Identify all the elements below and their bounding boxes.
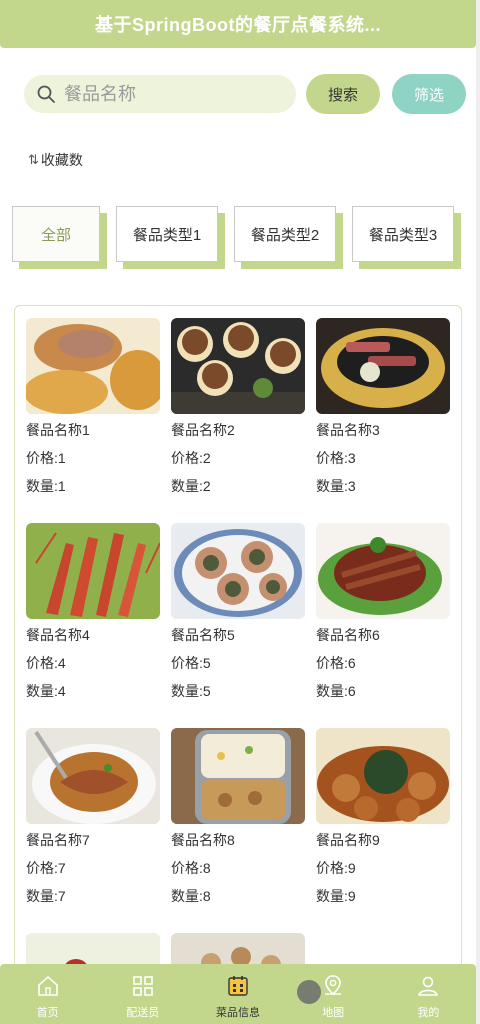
- search-input[interactable]: [64, 83, 274, 105]
- dish-name: 餐品名称4: [26, 627, 90, 643]
- search-bar: 搜索 筛选: [24, 74, 466, 114]
- scrollbar-track: [476, 0, 480, 1024]
- category-tabs: 全部 餐品类型1 餐品类型2 餐品类型3: [12, 206, 472, 270]
- menu-calendar-icon: [228, 976, 248, 996]
- search-icon: [37, 85, 55, 103]
- tab-label: 餐品类型2: [250, 226, 320, 244]
- dish-card[interactable]: 餐品名称1 价格:1 数量:1: [26, 318, 160, 500]
- dish-card[interactable]: 餐品名称9 价格:9 数量:9: [316, 728, 450, 910]
- tab-label: 全部: [40, 226, 71, 244]
- dish-image: [171, 318, 305, 414]
- dish-name: 餐品名称5: [171, 627, 235, 643]
- dish-image: [316, 728, 450, 824]
- dish-image: [316, 318, 450, 414]
- tab-label: 餐品类型3: [368, 226, 438, 244]
- nav-label: 首页: [36, 1007, 59, 1019]
- dish-quantity: 数量:8: [171, 888, 211, 904]
- dish-name: 餐品名称3: [316, 422, 380, 438]
- dish-name: 餐品名称1: [26, 422, 90, 438]
- app-header: 基于SpringBoot的餐厅点餐系统...: [0, 0, 476, 48]
- tab-type-3[interactable]: 餐品类型3: [352, 206, 454, 262]
- dish-quantity: 数量:5: [171, 683, 211, 699]
- map-pin-icon: [325, 975, 342, 996]
- dish-price: 价格:1: [26, 450, 66, 466]
- dish-price: 价格:7: [26, 860, 66, 876]
- dish-price: 价格:6: [316, 655, 356, 671]
- dish-quantity: 数量:6: [316, 683, 356, 699]
- dish-card[interactable]: 餐品名称8 价格:8 数量:8: [171, 728, 305, 910]
- filter-button[interactable]: 筛选: [392, 74, 466, 114]
- user-icon: [418, 976, 439, 996]
- nav-label: 菜品信息: [215, 1007, 260, 1019]
- dish-card[interactable]: 餐品名称3 价格:3 数量:3: [316, 318, 450, 500]
- dish-price: 价格:4: [26, 655, 66, 671]
- dish-card[interactable]: 餐品名称5 价格:5 数量:5: [171, 523, 305, 705]
- dish-image: [26, 318, 160, 414]
- page-title: 基于SpringBoot的餐厅点餐系统...: [95, 15, 381, 35]
- dish-price: 价格:3: [316, 450, 356, 466]
- floating-assistive-button[interactable]: [297, 980, 321, 1004]
- nav-label: 我的: [417, 1007, 440, 1019]
- dish-price: 价格:9: [316, 860, 356, 876]
- nav-label: 配送员: [126, 1007, 160, 1019]
- bottom-nav: 首页 配送员 菜品信息 地图 我的: [0, 964, 476, 1024]
- tab-label: 餐品类型1: [132, 226, 202, 244]
- dish-image: [26, 728, 160, 824]
- home-icon: [37, 976, 58, 996]
- search-button[interactable]: 搜索: [306, 74, 380, 114]
- dish-quantity: 数量:1: [26, 478, 66, 494]
- dish-quantity: 数量:3: [316, 478, 356, 494]
- dish-name: 餐品名称6: [316, 627, 380, 643]
- dish-card[interactable]: 餐品名称6 价格:6 数量:6: [316, 523, 450, 705]
- search-box[interactable]: [24, 75, 296, 113]
- dish-name: 餐品名称2: [171, 422, 235, 438]
- nav-dishes[interactable]: 菜品信息: [190, 964, 285, 1024]
- dish-price: 价格:5: [171, 655, 211, 671]
- dish-quantity: 数量:9: [316, 888, 356, 904]
- dish-quantity: 数量:2: [171, 478, 211, 494]
- dish-card[interactable]: 餐品名称7 价格:7 数量:7: [26, 728, 160, 910]
- dish-card[interactable]: 餐品名称2 价格:2 数量:2: [171, 318, 305, 500]
- tab-all[interactable]: 全部: [12, 206, 100, 262]
- dish-name: 餐品名称8: [171, 832, 235, 848]
- dish-image: [316, 523, 450, 619]
- nav-courier[interactable]: 配送员: [95, 964, 190, 1024]
- nav-label: 地图: [322, 1007, 345, 1019]
- dish-name: 餐品名称7: [26, 832, 90, 848]
- dish-name: 餐品名称9: [316, 832, 380, 848]
- dish-image: [26, 523, 160, 619]
- dish-list: 餐品名称1 价格:1 数量:1 餐品名称2 价格:2 数量:2 餐品名称3 价格…: [14, 305, 462, 1024]
- tab-type-1[interactable]: 餐品类型1: [116, 206, 218, 262]
- dish-card[interactable]: 餐品名称4 价格:4 数量:4: [26, 523, 160, 705]
- dish-image: [171, 523, 305, 619]
- dish-quantity: 数量:7: [26, 888, 66, 904]
- dish-quantity: 数量:4: [26, 683, 66, 699]
- grid-icon: [132, 976, 153, 996]
- nav-home[interactable]: 首页: [0, 964, 95, 1024]
- dish-price: 价格:8: [171, 860, 211, 876]
- tab-type-2[interactable]: 餐品类型2: [234, 206, 336, 262]
- nav-profile[interactable]: 我的: [381, 964, 476, 1024]
- sort-label: 收藏数: [40, 152, 83, 168]
- sort-icon: ⇅: [28, 152, 39, 167]
- dish-image: [171, 728, 305, 824]
- sort-toggle[interactable]: ⇅ 收藏数: [28, 150, 83, 170]
- dish-price: 价格:2: [171, 450, 211, 466]
